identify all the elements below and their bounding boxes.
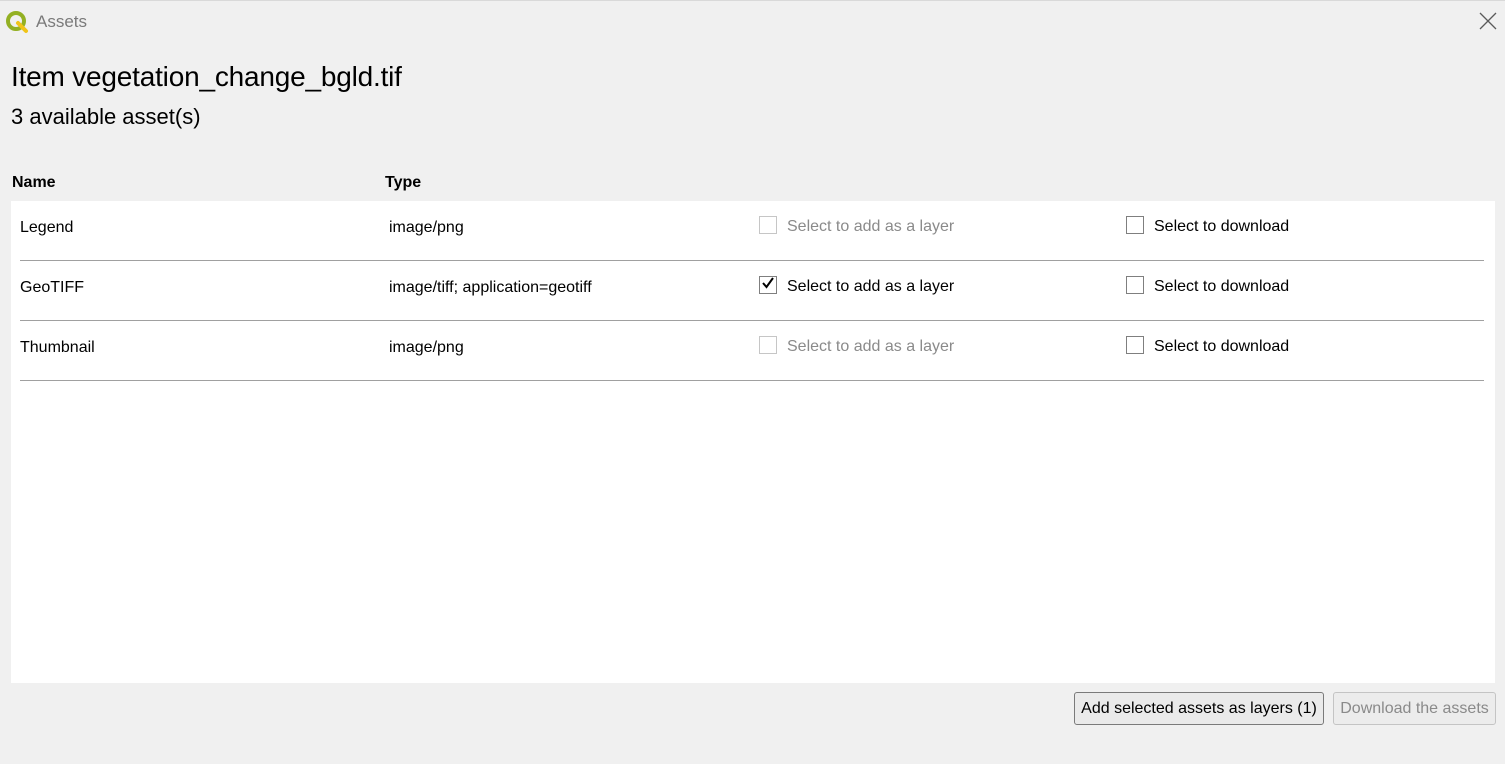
download-assets-button[interactable]: Download the assets: [1333, 692, 1496, 725]
close-icon: [1479, 12, 1497, 35]
download-label: Select to download: [1154, 218, 1290, 235]
asset-type: image/png: [389, 339, 464, 356]
download-label: Select to download: [1154, 278, 1290, 295]
asset-count: 3 available asset(s): [11, 104, 201, 129]
add-layer-label: Select to add as a layer: [787, 278, 955, 295]
asset-row-legend: Legend image/png Select to add as a laye…: [20, 201, 1484, 261]
item-title: Item vegetation_change_bgld.tif: [11, 61, 402, 92]
download-label: Select to download: [1154, 338, 1290, 355]
column-header-type: Type: [385, 174, 422, 191]
checkmark-icon: [761, 276, 775, 295]
assets-list: Legend image/png Select to add as a laye…: [11, 201, 1495, 683]
add-layer-checkbox[interactable]: [759, 276, 777, 294]
download-checkbox[interactable]: [1126, 336, 1144, 354]
column-header-name: Name: [12, 174, 56, 191]
asset-row-geotiff: GeoTIFF image/tiff; application=geotiff …: [20, 261, 1484, 321]
asset-type: image/tiff; application=geotiff: [389, 279, 592, 296]
download-checkbox[interactable]: [1126, 276, 1144, 294]
title-bar: Assets: [0, 0, 1505, 44]
add-layers-button[interactable]: Add selected assets as layers (1): [1074, 692, 1324, 725]
qgis-logo-icon: [5, 10, 29, 34]
add-layer-label: Select to add as a layer: [787, 338, 955, 355]
add-layer-checkbox[interactable]: [759, 336, 777, 354]
asset-row-thumbnail: Thumbnail image/png Select to add as a l…: [20, 321, 1484, 381]
add-layer-checkbox[interactable]: [759, 216, 777, 234]
asset-type: image/png: [389, 219, 464, 236]
download-checkbox[interactable]: [1126, 216, 1144, 234]
asset-name: Legend: [20, 219, 74, 236]
window-title: Assets: [36, 12, 88, 31]
close-button[interactable]: [1472, 7, 1504, 39]
asset-name: Thumbnail: [20, 339, 95, 356]
asset-name: GeoTIFF: [20, 279, 85, 296]
add-layer-label: Select to add as a layer: [787, 218, 955, 235]
